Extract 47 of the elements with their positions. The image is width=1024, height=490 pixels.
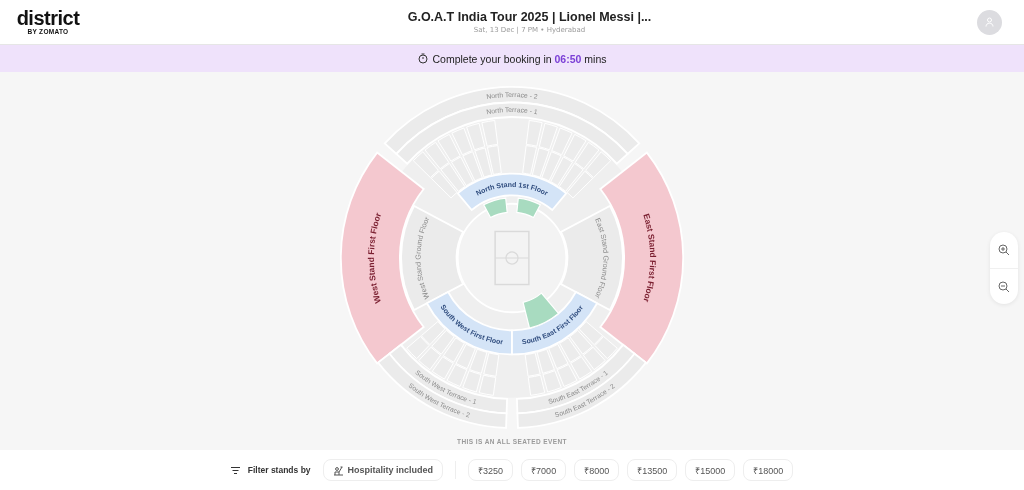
seat-block[interactable] [469,348,488,374]
profile-avatar[interactable] [977,9,1002,35]
seat-block[interactable] [462,151,483,182]
price-filter-chip[interactable]: ₹13500 [627,459,678,481]
event-title: G.O.A.T India Tour 2025 | Lionel Messi |... [407,10,652,24]
seat-block[interactable] [585,151,612,179]
zoom-out-icon [998,280,1010,293]
seat-block[interactable] [558,163,584,192]
seat-block[interactable] [522,145,538,175]
seat-block[interactable] [566,170,594,199]
seat-block[interactable] [455,343,476,370]
seat-block[interactable] [531,147,550,178]
filter-label: Filter stands by [247,465,311,475]
seat-block[interactable] [442,337,465,363]
person-icon [985,17,994,27]
logo-wordmark: district [16,9,80,28]
price-filter-chip[interactable]: ₹3250 [468,459,514,481]
seat-block[interactable] [548,343,569,370]
hospitality-block[interactable] [483,197,508,219]
seat-block[interactable] [550,156,573,187]
seat-block[interactable] [412,151,439,179]
seat-block[interactable] [474,147,493,178]
seat-block[interactable] [486,145,502,175]
seat-block[interactable] [594,335,618,360]
pitch-icon [494,230,530,286]
price-filter-chip[interactable]: ₹18000 [743,459,794,481]
seat-block[interactable] [541,151,562,182]
seat-block[interactable] [483,352,500,377]
hospitality-icon [332,464,344,476]
seat-block[interactable] [536,348,555,374]
seat-block[interactable] [559,337,582,363]
price-filter-chip[interactable]: ₹8000 [574,459,620,481]
booking-timer-text: Complete your booking in 06:50 mins [432,52,607,65]
price-filter-chip[interactable]: ₹15000 [685,459,736,481]
timer-icon [417,53,428,64]
hospitality-filter-chip[interactable]: Hospitality included [322,459,444,481]
seat-block[interactable] [440,163,466,192]
seat-block[interactable] [524,352,541,377]
seat-block[interactable] [578,321,604,346]
seat-block[interactable] [430,170,458,199]
seat-block[interactable] [431,329,455,355]
zoom-in-icon [998,244,1010,256]
seat-block[interactable] [451,156,474,187]
seat-block[interactable] [406,335,430,360]
filter-icon [230,466,240,474]
price-filter-chip[interactable]: ₹7000 [521,459,567,481]
hospitality-block[interactable] [516,197,541,219]
